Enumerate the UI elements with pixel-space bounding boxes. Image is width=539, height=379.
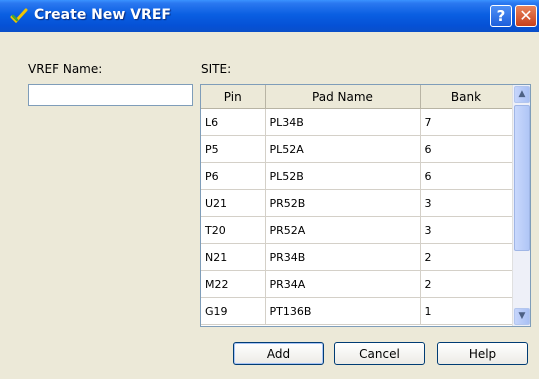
site-label: SITE: [201,62,232,76]
table-row[interactable]: T20 PR52A 3 [201,216,513,244]
bank-cell: 3 [420,189,513,217]
pad-name-cell: PL34B [265,108,421,136]
pad-name-cell: PT136B [265,297,421,325]
column-header-pin[interactable]: Pin [201,85,266,109]
table-row[interactable]: L6 PL34B 7 [201,108,513,136]
pin-cell: T20 [201,216,266,244]
pin-cell: P5 [201,135,266,163]
vref-name-input[interactable] [28,84,193,106]
pin-cell: G19 [201,297,266,325]
pad-name-cell: PL52B [265,162,421,190]
bank-cell: 2 [420,243,513,271]
bank-cell: 3 [420,216,513,244]
pad-name-cell: PR34A [265,270,421,298]
pin-cell: M22 [201,270,266,298]
pin-cell: P6 [201,162,266,190]
table-row[interactable]: P5 PL52A 6 [201,135,513,163]
title-bar[interactable]: Create New VREF ? ✕ [0,0,539,32]
table-row[interactable]: G19 PT136B 1 [201,297,513,325]
table-row[interactable]: N21 PR34B 2 [201,243,513,271]
table-header-row: Pin Pad Name Bank [201,85,513,109]
pad-name-cell: PL52A [265,135,421,163]
add-button[interactable]: Add [233,342,324,365]
pin-cell: U21 [201,189,266,217]
vertical-scrollbar[interactable]: ▲ ▼ [512,85,530,326]
bank-cell: 2 [420,270,513,298]
scroll-up-button[interactable]: ▲ [514,86,530,103]
titlebar-help-button[interactable]: ? [490,5,512,27]
scroll-thumb[interactable] [514,105,530,251]
titlebar-close-button[interactable]: ✕ [515,5,537,27]
table-row[interactable]: M22 PR34A 2 [201,270,513,298]
pad-name-cell: PR52A [265,216,421,244]
bank-cell: 7 [420,108,513,136]
window-title: Create New VREF [34,7,171,23]
column-header-pad-name[interactable]: Pad Name [265,85,421,109]
pin-cell: N21 [201,243,266,271]
pad-name-cell: PR34B [265,243,421,271]
table-row[interactable]: U21 PR52B 3 [201,189,513,217]
create-vref-dialog: Create New VREF ? ✕ VREF Name: SITE: Pin… [0,0,539,379]
table-row[interactable]: P6 PL52B 6 [201,162,513,190]
pin-cell: L6 [201,108,266,136]
help-button[interactable]: Help [437,342,528,365]
bank-cell: 6 [420,162,513,190]
column-header-bank[interactable]: Bank [420,85,513,109]
pad-name-cell: PR52B [265,189,421,217]
vref-name-label: VREF Name: [28,62,103,76]
checkmark-pencil-icon [10,8,28,24]
site-table: Pin Pad Name Bank L6 PL34B 7 P5 PL52A 6 … [200,84,531,327]
scroll-down-button[interactable]: ▼ [514,308,530,325]
bank-cell: 1 [420,297,513,325]
cancel-button[interactable]: Cancel [334,342,425,365]
bank-cell: 6 [420,135,513,163]
